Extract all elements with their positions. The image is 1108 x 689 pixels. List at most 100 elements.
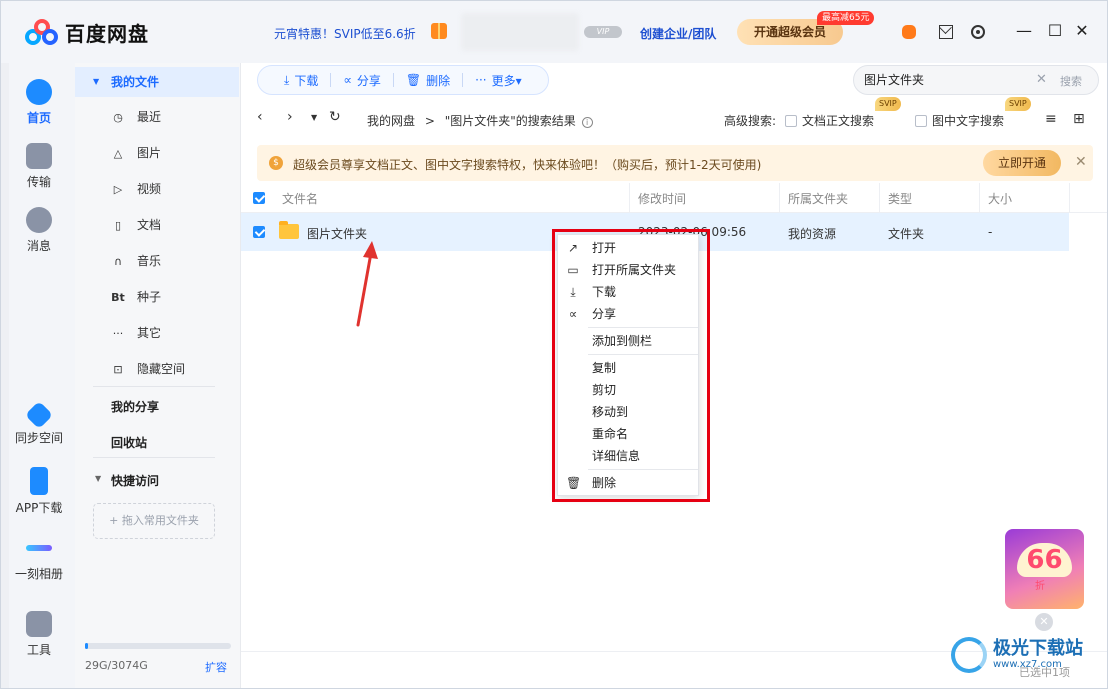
delete-button[interactable]: 🗑 删除 [394,72,462,89]
expand-storage-link[interactable]: 扩容 [205,659,227,675]
info-icon[interactable]: i [581,117,593,128]
svip-tag: SVIP [875,97,901,111]
refresh-icon[interactable]: ↻ [329,109,341,125]
user-avatar-blurred[interactable] [461,13,579,51]
menu-item-open-folder[interactable]: ▭ 打开所属文件夹 [558,259,698,281]
checkbox[interactable] [785,115,797,127]
nav-item-label: 文档 [137,218,162,232]
storage-fill [85,643,88,649]
maximize-button[interactable]: ☐ [1043,19,1067,43]
menu-item-move-to[interactable]: 移动到 [558,401,698,423]
menu-item-share[interactable]: ∝ 分享 [558,303,698,325]
gift-icon[interactable] [431,23,447,39]
column-divider[interactable] [879,183,880,213]
nav-recycle-bin[interactable]: 回收站 [111,434,147,451]
close-button[interactable]: ✕ [1070,19,1094,43]
column-divider[interactable] [979,183,980,213]
history-dropdown-icon[interactable]: ▼ [311,113,317,122]
share-label: 分享 [356,73,381,88]
column-divider[interactable] [629,183,630,213]
menu-label: 重命名 [592,427,629,441]
back-icon[interactable]: ‹ [257,109,263,125]
nav-item-hidden-space[interactable]: ⊡ 隐藏空间 [111,354,185,384]
column-header-type[interactable]: 类型 [888,190,912,207]
title-bar: 百度网盘 元宵特惠！SVIP低至6.6折 VIP 创建企业/团队 开通超级会员 … [1,1,1107,63]
menu-item-download[interactable]: ⤓ 下载 [558,281,698,303]
menu-item-cut[interactable]: 剪切 [558,379,698,401]
menu-item-rename[interactable]: 重命名 [558,423,698,445]
enterprise-link[interactable]: 创建企业/团队 [640,25,716,42]
trash-icon: 🗑 [405,73,422,87]
column-divider[interactable] [1069,183,1070,213]
option-document-text-search[interactable]: 文档正文搜索 [785,112,874,129]
nav-item-torrents[interactable]: Bt 种子 [111,282,161,312]
menu-item-copy[interactable]: 复制 [558,357,698,379]
column-header-modified[interactable]: 修改时间 [638,190,686,207]
share-button[interactable]: ∝ 分享 [331,72,393,89]
nav-my-share[interactable]: 我的分享 [111,398,159,415]
nav-item-recent[interactable]: ◷ 最近 [111,102,161,132]
rail-label: 消息 [26,239,51,253]
nav-my-files[interactable]: 我的文件 [75,67,239,97]
nav-quick-access[interactable]: 快捷访问 [111,472,159,489]
column-divider[interactable] [779,183,780,213]
column-header-name[interactable]: 文件名 [282,190,318,207]
table-header: 文件名 修改时间 所属文件夹 类型 大小 [241,183,1107,213]
nav-divider [93,386,215,387]
rail-label: 一刻相册 [14,567,63,581]
nav-item-other[interactable]: ··· 其它 [111,318,161,348]
parent-folder[interactable]: 我的资源 [788,225,836,242]
column-header-folder[interactable]: 所属文件夹 [788,190,848,207]
column-header-size[interactable]: 大小 [988,190,1012,207]
search-input[interactable] [864,72,1034,86]
nav-item-documents[interactable]: ▯ 文档 [111,210,161,240]
menu-item-details[interactable]: 详细信息 [558,445,698,467]
breadcrumb-root[interactable]: 我的网盘 [367,114,415,128]
download-button[interactable]: ⤓ 下载 [272,72,330,89]
grid-view-icon[interactable]: ⊞ [1073,111,1085,127]
image-icon: △ [113,147,123,160]
forward-icon[interactable]: › [287,109,293,125]
menu-item-open[interactable]: ↗ 打开 [558,237,698,259]
option-image-text-search[interactable]: 图中文字搜索 [915,112,1004,129]
minimize-button[interactable]: — [1012,19,1036,43]
close-icon[interactable]: ✕ [1075,154,1087,170]
svip-promo-banner: $ 超级会员尊享文档正文、图中文字搜索特权，快来体验吧！（购买后，预计1-2天可… [257,145,1093,181]
more-button[interactable]: ··· 更多▾ [463,72,533,89]
rail-item-message[interactable]: 消息 [9,207,69,254]
delete-label: 删除 [426,73,451,88]
mail-icon[interactable] [939,25,953,39]
nav-item-videos[interactable]: ▷ 视频 [111,174,161,204]
sort-icon[interactable]: ≡ [1045,111,1057,127]
gear-icon[interactable] [971,25,985,39]
menu-divider [588,469,698,470]
select-all-checkbox[interactable] [253,192,265,204]
home-cloud-icon [26,79,52,105]
nav-item-music[interactable]: ∩ 音乐 [111,246,161,276]
open-now-button[interactable]: 立即开通 [983,150,1061,176]
floating-promo-card[interactable]: 66 折 [1005,529,1084,609]
nav-item-images[interactable]: △ 图片 [111,138,161,168]
storage-bar [85,643,231,649]
share-icon: ∝ [568,307,578,321]
rail-item-album[interactable]: 一刻相册 [9,535,69,582]
game-icon[interactable] [902,25,916,39]
row-checkbox[interactable] [253,226,265,238]
checkbox[interactable] [915,115,927,127]
rail-item-transfer[interactable]: 传输 [9,143,69,190]
folder-icon [279,221,299,239]
drop-favorite-folder-zone[interactable]: + 拖入常用文件夹 [93,503,215,539]
menu-label: 打开 [592,241,617,255]
rail-item-home[interactable]: 首页 [9,79,69,126]
search-button[interactable]: 搜索 [1060,73,1082,89]
menu-item-add-sidebar[interactable]: 添加到侧栏 [558,330,698,352]
close-icon[interactable]: ✕ [1035,613,1053,631]
vip-badge: VIP [584,26,622,38]
menu-item-delete[interactable]: 🗑 删除 [558,472,698,494]
rail-item-app-download[interactable]: APP下载 [9,467,69,516]
promo-link[interactable]: 元宵特惠！SVIP低至6.6折 [274,25,416,42]
rail-item-sync-space[interactable]: 同步空间 [9,400,69,446]
rail-item-tools[interactable]: 工具 [9,611,69,658]
rail-label: APP下载 [15,501,63,515]
clear-icon[interactable]: ✕ [1036,72,1047,87]
